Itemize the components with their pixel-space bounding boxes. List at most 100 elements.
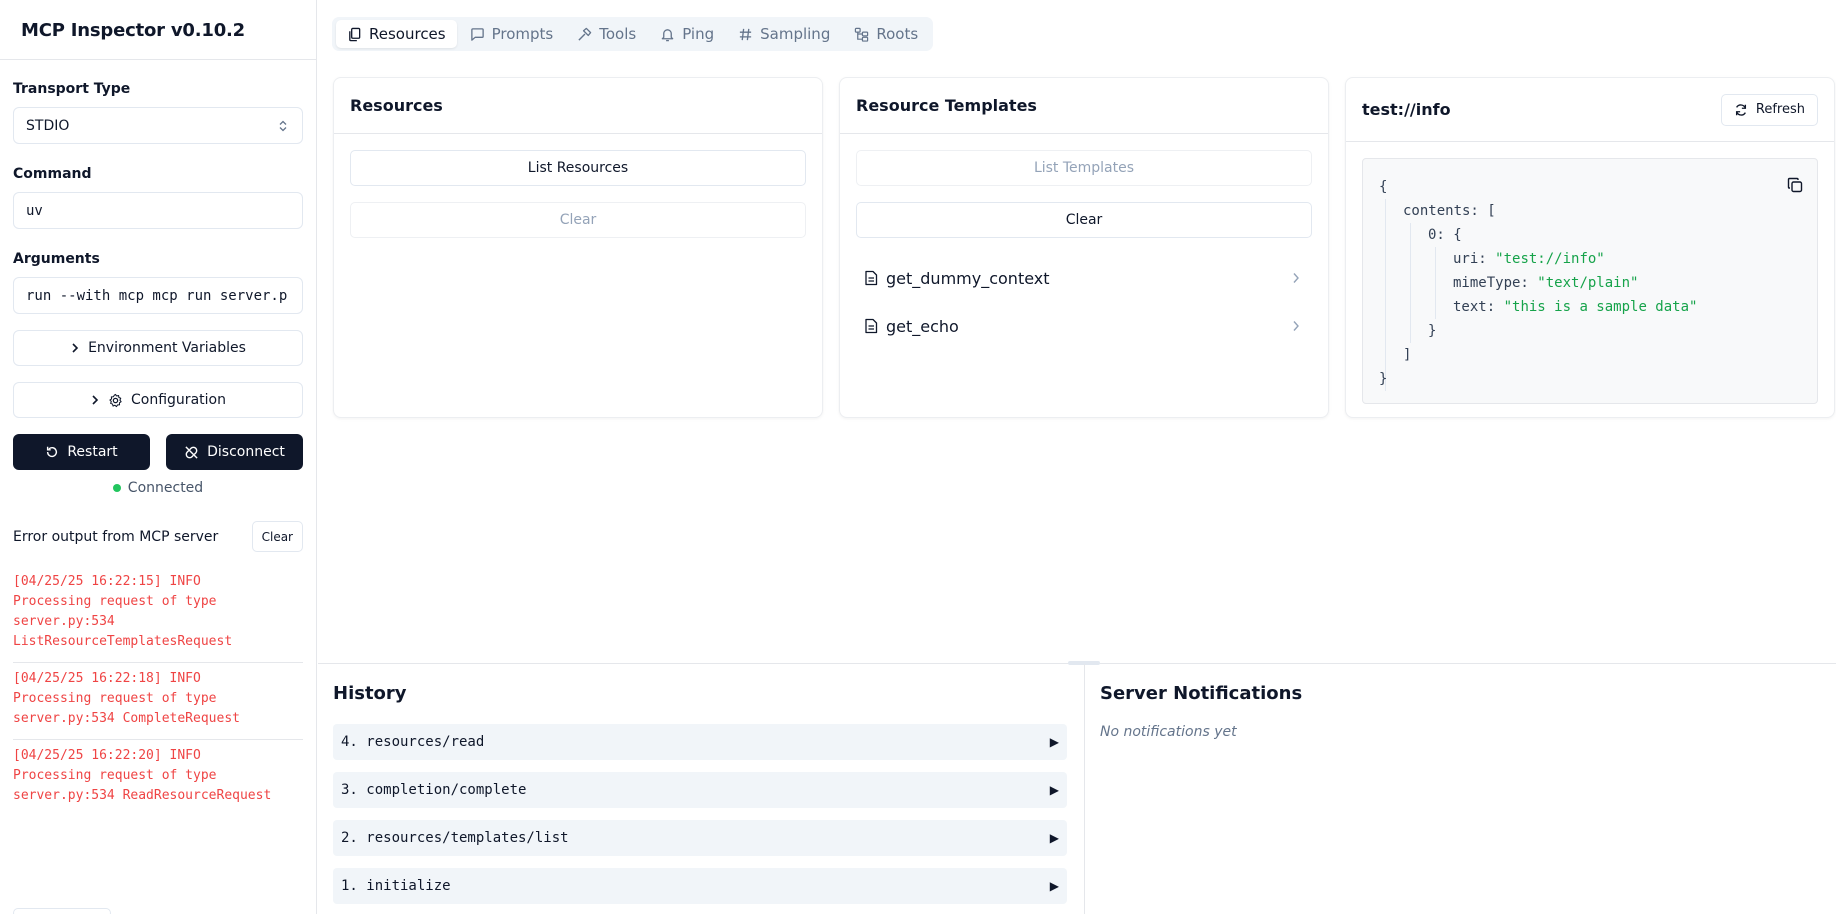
tab-label: Tools [599, 25, 637, 43]
transport-type-label: Transport Type [13, 81, 131, 97]
resource-templates-panel: Resource Templates List Templates Clear … [839, 77, 1329, 418]
environment-variables-label: Environment Variables [88, 340, 246, 356]
json-line: 0: { [1428, 227, 1462, 243]
json-line: } [1428, 323, 1437, 339]
json-line: contents: [ [1403, 203, 1496, 219]
history-item[interactable]: 3. completion/complete ▶ [333, 772, 1067, 808]
transport-type-value: STDIO [26, 117, 70, 134]
clear-templates-button[interactable]: Clear [856, 202, 1312, 238]
log-entry: [04/25/25 16:22:15] INFO Processing requ… [13, 566, 303, 663]
json-line: ] [1403, 347, 1412, 363]
history-item-label: 4. resources/read [341, 734, 485, 750]
template-item[interactable]: get_echo [856, 302, 1312, 350]
hash-icon [740, 28, 752, 40]
tab-prompts[interactable]: Prompts [459, 20, 565, 48]
history-list: 4. resources/read ▶ 3. completion/complet… [333, 724, 1067, 914]
arguments-label: Arguments [13, 251, 100, 267]
clear-resources-button[interactable]: Clear [350, 202, 806, 238]
resource-templates-title: Resource Templates [840, 78, 1328, 134]
json-line: text: "this is a sample data" [1453, 299, 1698, 315]
transport-type-select[interactable]: STDIO [13, 107, 303, 144]
chevrons-up-down-icon [279, 120, 287, 132]
history-item-label: 1. initialize [341, 878, 451, 894]
history-item-label: 3. completion/complete [341, 782, 527, 798]
empty-notifications-text: No notifications yet [1100, 724, 1237, 740]
sidebar-footer-button[interactable] [13, 908, 111, 914]
gear-icon [109, 393, 122, 407]
file-icon [865, 318, 878, 334]
rotate-ccw-icon [47, 446, 58, 458]
error-output-title: Error output from MCP server [13, 528, 219, 545]
disconnect-label: Disconnect [207, 444, 285, 460]
tab-label: Ping [682, 25, 715, 43]
tab-label: Sampling [760, 25, 831, 43]
server-notifications-title: Server Notifications [1100, 683, 1303, 704]
tab-ping[interactable]: Ping [649, 20, 725, 48]
error-output-header: Error output from MCP server Clear [13, 521, 303, 552]
file-icon [865, 270, 878, 286]
tab-sampling[interactable]: Sampling [727, 20, 841, 48]
chevron-right-icon [1293, 321, 1299, 331]
resources-panel: Resources List Resources Clear [333, 77, 823, 418]
json-viewer: { contents: [ 0: { uri: "test://info" mi… [1362, 158, 1818, 404]
configuration-button[interactable]: Configuration [13, 382, 303, 418]
unplug-icon [185, 445, 198, 459]
resource-detail-title: test://info [1362, 100, 1451, 119]
restart-label: Restart [67, 444, 118, 460]
expand-icon: ▶ [1049, 783, 1059, 797]
files-icon [349, 27, 361, 41]
app-title: MCP Inspector v0.10.2 [0, 0, 316, 60]
expand-icon: ▶ [1049, 831, 1059, 845]
template-name: get_echo [886, 316, 959, 336]
refresh-label: Refresh [1755, 102, 1805, 117]
command-label: Command [13, 166, 92, 182]
refresh-button[interactable]: Refresh [1720, 93, 1818, 126]
history-item-label: 2. resources/templates/list [341, 830, 569, 846]
chevron-right-icon [92, 395, 99, 405]
template-name: get_dummy_context [886, 268, 1050, 288]
template-item[interactable]: get_dummy_context [856, 254, 1312, 302]
bell-icon [661, 28, 674, 41]
chevron-right-icon [72, 343, 79, 353]
section-divider [1084, 664, 1085, 914]
list-templates-button[interactable]: List Templates [856, 150, 1312, 186]
tab-roots[interactable]: Roots [843, 20, 929, 48]
history-item[interactable]: 4. resources/read ▶ [333, 724, 1067, 760]
log-entry: [04/25/25 16:22:18] INFO Processing requ… [13, 663, 303, 740]
command-input[interactable]: uv [13, 192, 303, 229]
resource-detail-panel: test://info Refresh { contents: [ 0: { u… [1345, 77, 1835, 418]
connection-status: Connected [13, 480, 303, 496]
tab-resources[interactable]: Resources [336, 20, 457, 48]
history-item[interactable]: 1. initialize ▶ [333, 868, 1067, 904]
expand-icon: ▶ [1049, 879, 1059, 893]
json-line: { [1379, 179, 1388, 195]
clear-errors-button[interactable]: Clear [251, 521, 303, 552]
tab-tools[interactable]: Tools [566, 20, 647, 48]
sidebar: MCP Inspector v0.10.2 Transport Type STD… [0, 0, 317, 914]
arguments-input[interactable]: run --with mcp mcp run server.p [13, 277, 303, 314]
folder-tree-icon [855, 27, 869, 42]
history-item[interactable]: 2. resources/templates/list ▶ [333, 820, 1067, 856]
tab-label: Roots [876, 25, 919, 43]
list-resources-button[interactable]: List Resources [350, 150, 806, 186]
message-icon [470, 27, 484, 41]
tab-bar: Resources Prompts Tools Ping Sampling Ro… [332, 17, 934, 51]
json-line: uri: "test://info" [1453, 251, 1605, 267]
log-entry: [04/25/25 16:22:20] INFO Processing requ… [13, 748, 272, 803]
hammer-icon [578, 27, 592, 41]
error-log-list: [04/25/25 16:22:15] INFO Processing requ… [13, 566, 303, 816]
environment-variables-button[interactable]: Environment Variables [13, 330, 303, 366]
restart-button[interactable]: Restart [13, 434, 150, 470]
tab-label: Prompts [491, 25, 554, 43]
disconnect-button[interactable]: Disconnect [166, 434, 303, 470]
configuration-label: Configuration [131, 392, 226, 408]
expand-icon: ▶ [1049, 735, 1059, 749]
tab-label: Resources [369, 25, 446, 43]
refresh-icon [1735, 103, 1746, 116]
status-dot-icon [112, 484, 121, 492]
resources-title: Resources [334, 78, 822, 134]
json-line: mimeType: "text/plain" [1453, 275, 1639, 291]
chevron-right-icon [1293, 273, 1299, 283]
json-line: } [1379, 371, 1388, 387]
connection-status-text: Connected [127, 480, 204, 496]
